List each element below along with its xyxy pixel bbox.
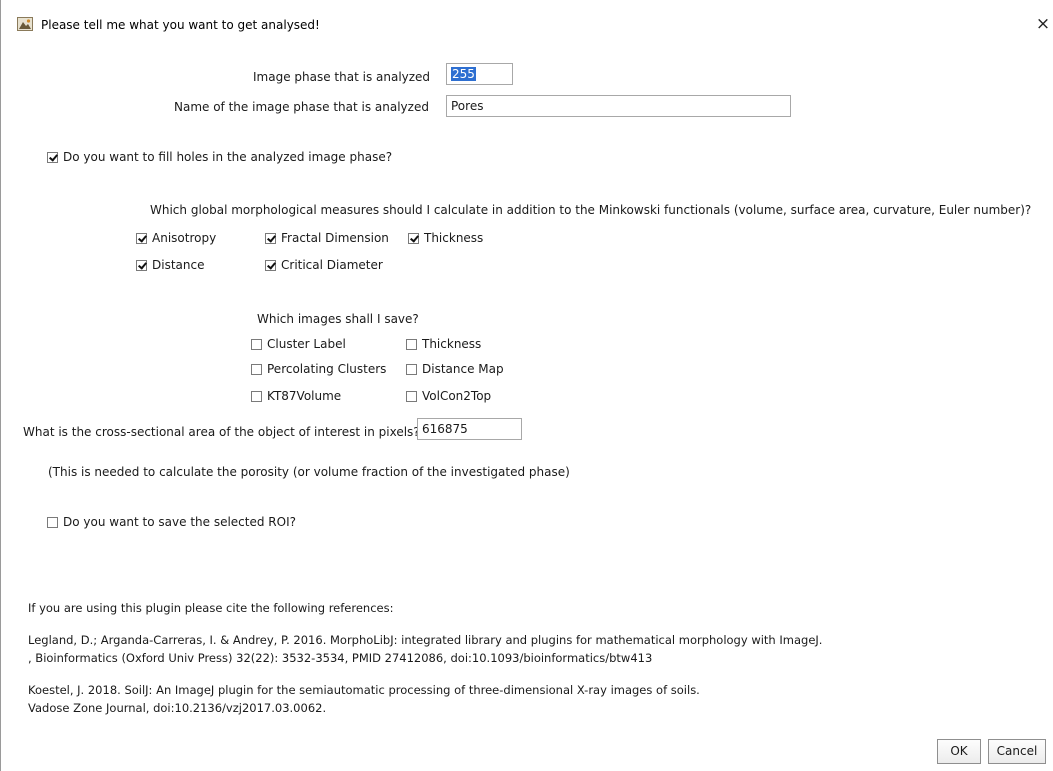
- measure-thickness-checkbox[interactable]: Thickness: [408, 231, 483, 245]
- save-percolating-clusters-checkbox[interactable]: Percolating Clusters: [251, 362, 386, 376]
- checkbox-checked-icon: [136, 260, 147, 271]
- save-roi-checkbox[interactable]: Do you want to save the selected ROI?: [47, 515, 296, 529]
- checkbox-unchecked-icon: [47, 517, 58, 528]
- save-kt87volume-checkbox[interactable]: KT87Volume: [251, 389, 341, 403]
- references-intro: If you are using this plugin please cite…: [28, 601, 394, 615]
- dialog-window: Please tell me what you want to get anal…: [0, 0, 1053, 771]
- ok-button[interactable]: OK: [937, 739, 981, 764]
- measure-critical-diameter-checkbox[interactable]: Critical Diameter: [265, 258, 383, 272]
- phase-value: 255: [451, 67, 476, 81]
- measure-label: Anisotropy: [152, 231, 217, 245]
- measure-label: Fractal Dimension: [281, 231, 389, 245]
- cross-section-value: 616875: [422, 422, 468, 436]
- checkbox-checked-icon: [136, 233, 147, 244]
- imagej-app-icon: [17, 17, 33, 31]
- cross-section-label: What is the cross-sectional area of the …: [23, 425, 420, 439]
- phase-name-label: Name of the image phase that is analyzed: [174, 100, 429, 114]
- save-cluster-label-checkbox[interactable]: Cluster Label: [251, 337, 346, 351]
- save-image-label: KT87Volume: [267, 389, 342, 403]
- checkbox-unchecked-icon: [251, 391, 262, 402]
- reference-2-line-1: Koestel, J. 2018. SoilJ: An ImageJ plugi…: [28, 683, 700, 697]
- save-roi-label: Do you want to save the selected ROI?: [63, 515, 296, 529]
- checkbox-checked-icon: [265, 233, 276, 244]
- cross-section-input[interactable]: 616875: [417, 418, 522, 440]
- phase-label: Image phase that is analyzed: [253, 70, 431, 84]
- save-image-label: Thickness: [422, 337, 482, 351]
- fill-holes-checkbox[interactable]: Do you want to fill holes in the analyze…: [47, 150, 392, 164]
- measure-label: Thickness: [424, 231, 484, 245]
- checkbox-unchecked-icon: [406, 391, 417, 402]
- measure-label: Distance: [152, 258, 205, 272]
- save-volcon2top-checkbox[interactable]: VolCon2Top: [406, 389, 491, 403]
- reference-1-line-1: Legland, D.; Arganda-Carreras, I. & Andr…: [28, 633, 823, 647]
- save-image-label: Percolating Clusters: [267, 362, 387, 376]
- checkbox-unchecked-icon: [406, 364, 417, 375]
- measure-distance-checkbox[interactable]: Distance: [136, 258, 204, 272]
- reference-2-line-2: Vadose Zone Journal, doi:10.2136/vzj2017…: [28, 701, 327, 715]
- checkbox-checked-icon: [408, 233, 419, 244]
- phase-input[interactable]: 255: [446, 63, 513, 85]
- checkbox-unchecked-icon: [251, 364, 262, 375]
- measure-fractal-dimension-checkbox[interactable]: Fractal Dimension: [265, 231, 389, 245]
- fill-holes-label: Do you want to fill holes in the analyze…: [63, 150, 393, 164]
- window-title: Please tell me what you want to get anal…: [41, 18, 320, 32]
- measure-anisotropy-checkbox[interactable]: Anisotropy: [136, 231, 216, 245]
- save-image-label: Distance Map: [422, 362, 504, 376]
- close-icon[interactable]: ×: [1033, 14, 1053, 34]
- measure-label: Critical Diameter: [281, 258, 383, 272]
- cross-section-note: (This is needed to calculate the porosit…: [48, 465, 570, 479]
- title-bar: Please tell me what you want to get anal…: [1, 0, 1053, 40]
- phase-name-value: Pores: [451, 99, 484, 113]
- checkbox-checked-icon: [265, 260, 276, 271]
- checkbox-unchecked-icon: [251, 339, 262, 350]
- phase-name-input[interactable]: Pores: [446, 95, 791, 117]
- save-distance-map-checkbox[interactable]: Distance Map: [406, 362, 504, 376]
- cancel-button[interactable]: Cancel: [988, 739, 1046, 764]
- save-image-label: VolCon2Top: [422, 389, 492, 403]
- reference-1-line-2: , Bioinformatics (Oxford Univ Press) 32(…: [28, 651, 653, 665]
- checkbox-unchecked-icon: [406, 339, 417, 350]
- save-images-prompt: Which images shall I save?: [257, 312, 419, 326]
- measures-prompt: Which global morphological measures shou…: [150, 203, 1032, 217]
- save-image-label: Cluster Label: [267, 337, 346, 351]
- save-thickness-checkbox[interactable]: Thickness: [406, 337, 481, 351]
- checkbox-checked-icon: [47, 152, 58, 163]
